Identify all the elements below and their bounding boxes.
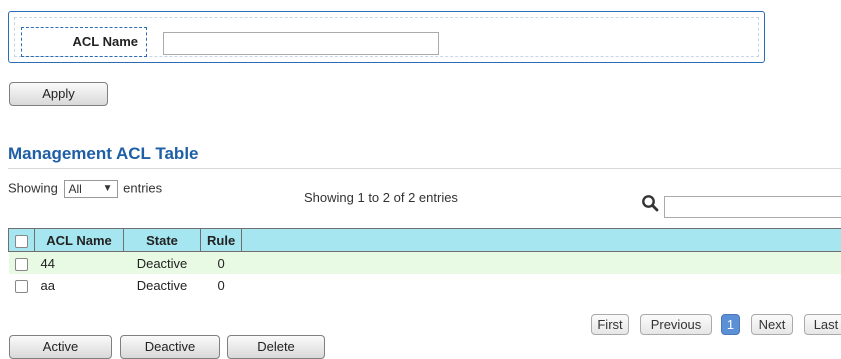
column-header-acl-name[interactable]: ACL Name [35, 229, 124, 252]
cell-spacer [242, 252, 841, 275]
pagination-previous-button[interactable]: Previous [640, 314, 712, 335]
pagination-next-button[interactable]: Next [751, 314, 793, 335]
cell-state: Deactive [124, 252, 201, 275]
pagination-page-button[interactable]: 1 [721, 314, 740, 335]
cell-acl-name: aa [35, 274, 124, 296]
row-checkbox-cell [9, 274, 35, 296]
table-row[interactable]: aa Deactive 0 [9, 274, 841, 296]
dropdown-caret-icon: ▼ [103, 181, 113, 197]
cell-rule: 0 [201, 252, 242, 275]
row-checkbox-cell [9, 252, 35, 275]
apply-button[interactable]: Apply [9, 82, 108, 106]
entries-length-control: Showing All ▼ entries [8, 180, 162, 198]
section-title: Management ACL Table [8, 144, 199, 164]
row-checkbox[interactable] [15, 280, 28, 293]
row-checkbox[interactable] [15, 258, 28, 271]
column-header-state[interactable]: State [124, 229, 201, 252]
active-button[interactable]: Active [9, 335, 112, 359]
table-header-row: ACL Name State Rule [9, 229, 841, 252]
table-row[interactable]: 44 Deactive 0 [9, 252, 841, 275]
acl-name-form: ACL Name [8, 11, 765, 63]
acl-table: ACL Name State Rule 44 Deactive 0 aa Dea… [8, 228, 841, 296]
cell-state: Deactive [124, 274, 201, 296]
cell-spacer [242, 274, 841, 296]
entries-select[interactable]: All ▼ [64, 180, 118, 198]
entries-label: entries [123, 180, 162, 195]
section-divider [8, 168, 841, 169]
select-all-checkbox[interactable] [15, 235, 28, 248]
entries-select-value: All [69, 182, 82, 196]
cell-rule: 0 [201, 274, 242, 296]
delete-button[interactable]: Delete [227, 335, 325, 359]
acl-name-label: ACL Name [21, 27, 147, 57]
showing-label: Showing [8, 180, 58, 195]
column-header-rule[interactable]: Rule [201, 229, 242, 252]
search-input[interactable] [664, 196, 841, 218]
cell-acl-name: 44 [35, 252, 124, 275]
acl-name-input[interactable] [163, 32, 439, 55]
pagination-last-button[interactable]: Last [804, 314, 841, 335]
form-inner-frame: ACL Name [14, 17, 759, 57]
select-all-header [9, 229, 35, 252]
column-header-spacer [242, 229, 841, 252]
table-info: Showing 1 to 2 of 2 entries [304, 190, 458, 205]
deactive-button[interactable]: Deactive [120, 335, 220, 359]
search-icon [641, 194, 659, 212]
pagination-first-button[interactable]: First [591, 314, 629, 335]
